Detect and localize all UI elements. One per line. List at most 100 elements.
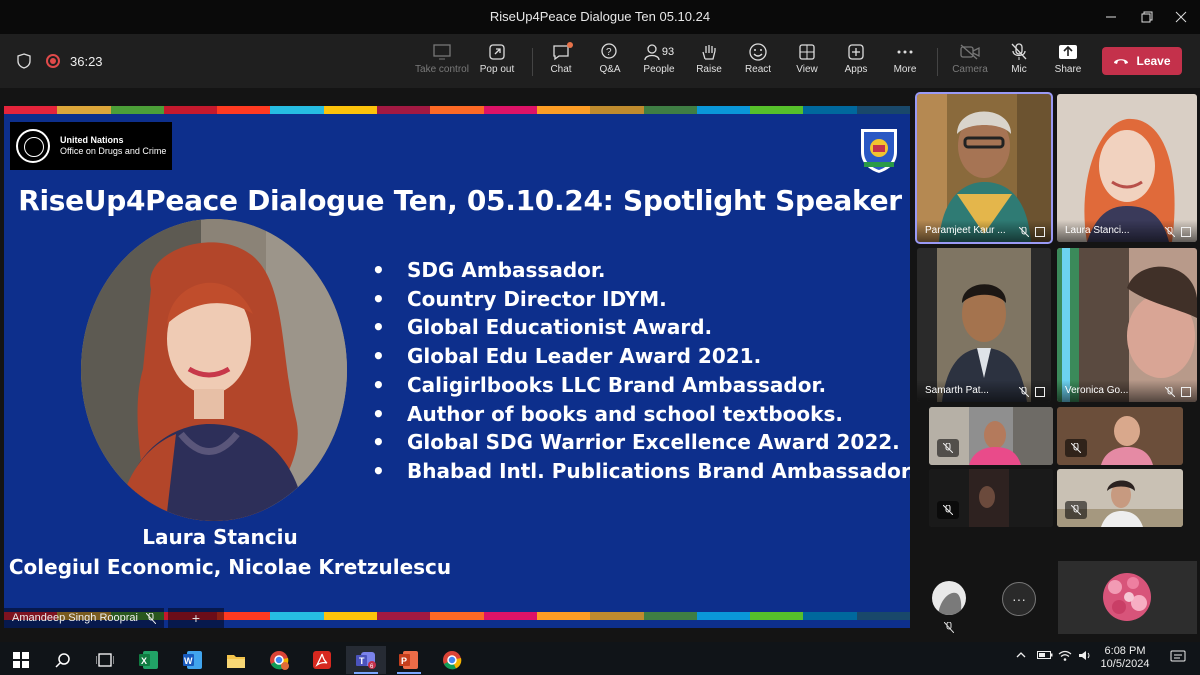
mic-muted-icon (1065, 501, 1087, 519)
participant-tile[interactable] (1057, 469, 1183, 527)
participant-tile[interactable] (1057, 407, 1183, 465)
participant-tile[interactable]: Veronica Go... (1057, 248, 1197, 402)
sdg-color-segment (750, 612, 804, 620)
notifications-icon[interactable] (1170, 650, 1186, 667)
mic-muted-icon (944, 622, 954, 633)
sdg-color-segment (430, 612, 484, 620)
battery-icon[interactable] (1037, 650, 1053, 663)
powerpoint-icon[interactable]: P (389, 646, 429, 674)
achievement-item: Global SDG Warrior Excellence Award 2022… (372, 428, 910, 457)
more-participants-button[interactable]: ··· (1002, 582, 1036, 616)
camera-label: Camera (952, 64, 988, 75)
show-hidden-icons-chevron-icon[interactable] (1016, 650, 1026, 663)
word-icon[interactable]: W (173, 646, 213, 674)
sdg-color-segment (590, 612, 644, 620)
wifi-icon[interactable] (1058, 650, 1072, 664)
acrobat-icon[interactable] (302, 646, 342, 674)
share-button[interactable]: Share (1040, 42, 1096, 82)
participant-tile[interactable]: Laura Stanci... (1057, 94, 1197, 242)
unread-badge (567, 42, 573, 48)
sdg-color-segment (377, 106, 431, 114)
participant-tile[interactable] (929, 469, 1053, 527)
qa-icon: ? (582, 42, 638, 62)
sdg-color-segment (643, 106, 697, 114)
start-windows-icon[interactable] (1, 646, 41, 674)
close-window-button[interactable] (1158, 0, 1200, 34)
speaker-name: Laura Stanciu (142, 525, 298, 549)
chrome-profile-icon[interactable] (259, 646, 299, 674)
participant-tile[interactable] (929, 407, 1053, 465)
toolbar-divider (937, 48, 938, 76)
participant-tile[interactable]: Paramjeet Kaur ... (915, 92, 1053, 244)
more-actions-button[interactable]: More (877, 42, 933, 82)
grid-view-icon (779, 42, 835, 62)
chat-label: Chat (550, 64, 572, 75)
shield-icon[interactable] (17, 53, 31, 69)
search-icon[interactable] (43, 646, 83, 674)
slide-title: RiseUp4Peace Dialogue Ten, 05.10.24: Spo… (18, 184, 902, 217)
sdg-color-segment (750, 106, 804, 114)
svg-text:W: W (184, 656, 193, 666)
achievement-item: Country Director IDYM. (372, 285, 910, 314)
raise-hand-button[interactable]: Raise (681, 42, 737, 82)
sdg-color-segment (110, 106, 164, 114)
mic-label: Mic (1011, 64, 1027, 75)
recording-indicator-icon (46, 54, 60, 68)
achievement-item: Author of books and school textbooks. (372, 400, 910, 429)
hang-up-icon (1114, 59, 1129, 64)
react-button[interactable]: React (730, 42, 786, 82)
window-title: RiseUp4Peace Dialogue Ten 05.10.24 (489, 9, 711, 24)
self-avatar (1103, 573, 1151, 621)
meeting-timer: 36:23 (70, 54, 103, 69)
participant-video (917, 248, 1051, 402)
excel-icon[interactable]: X (129, 646, 169, 674)
mic-muted-icon (1065, 439, 1087, 457)
zoom-plus-button[interactable]: + (168, 608, 224, 628)
more-label: More (893, 64, 917, 75)
view-button[interactable]: View (779, 42, 835, 82)
qa-button[interactable]: ? Q&A (582, 42, 638, 82)
sdg-color-segment (803, 612, 857, 620)
leave-label: Leave (1136, 54, 1171, 68)
chat-button[interactable]: Chat (533, 42, 589, 82)
system-clock[interactable]: 6:08 PM 10/5/2024 (1098, 645, 1152, 671)
sdg-color-bar-top (4, 106, 910, 114)
sdg-color-segment (57, 106, 111, 114)
presenter-name: Amandeep Singh Rooprai (12, 612, 138, 624)
mic-muted-icon (1165, 387, 1175, 397)
camera-button[interactable]: Camera (942, 42, 998, 82)
react-label: React (744, 64, 772, 75)
view-label: View (796, 64, 818, 75)
pop-out-button[interactable]: Pop out (469, 42, 525, 82)
task-view-icon[interactable] (85, 646, 125, 674)
mic-muted-icon (937, 439, 959, 457)
self-view-tile[interactable] (1058, 561, 1197, 634)
sdg-color-segment (483, 612, 537, 620)
chrome-icon[interactable] (432, 646, 472, 674)
participant-avatar[interactable] (932, 581, 966, 615)
pop-out-label: Pop out (479, 64, 515, 75)
sdg-color-segment (483, 106, 537, 114)
mic-button[interactable]: Mic (991, 42, 1047, 82)
sdg-color-segment (696, 106, 751, 114)
mic-muted-icon (145, 612, 156, 624)
speaker-organization: Colegiul Economic, Nicolae Kretzulescu (8, 555, 452, 579)
take-control-button[interactable]: Take control (414, 42, 470, 82)
teams-icon[interactable]: T6 (346, 646, 386, 674)
people-button[interactable]: 93 People (631, 42, 687, 82)
mic-muted-icon (1165, 227, 1175, 237)
leave-button[interactable]: Leave (1102, 47, 1182, 75)
presenter-nameplate: Amandeep Singh Rooprai (4, 608, 164, 628)
qa-label: Q&A (599, 64, 621, 75)
volume-icon[interactable] (1078, 650, 1092, 664)
achievement-item: SDG Ambassador. (372, 256, 910, 285)
sdg-color-segment (163, 106, 218, 114)
school-crest-icon (859, 127, 899, 176)
unodc-logo: United Nations Office on Drugs and Crime (10, 122, 172, 170)
sdg-color-segment (590, 106, 644, 114)
participant-tile[interactable]: Samarth Pat... (917, 248, 1051, 402)
apps-button[interactable]: Apps (828, 42, 884, 82)
pop-out-icon (469, 42, 525, 62)
sdg-color-segment (696, 612, 751, 620)
file-explorer-icon[interactable] (216, 646, 256, 674)
